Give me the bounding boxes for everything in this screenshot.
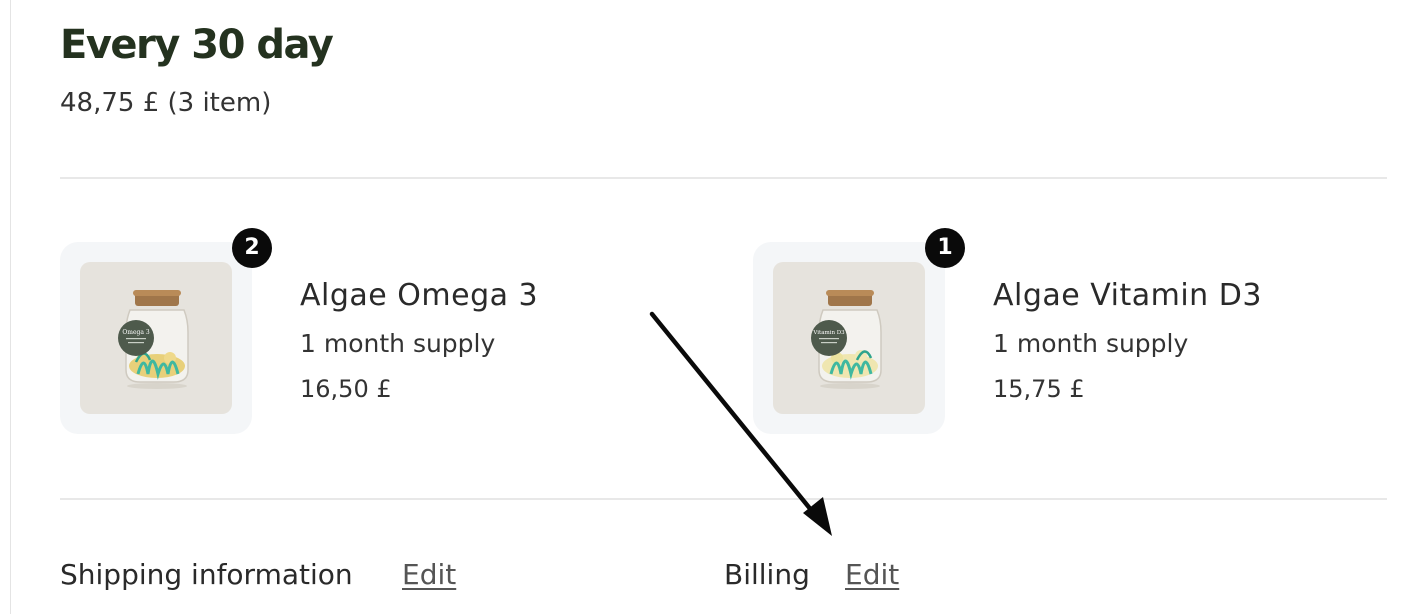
product-name[interactable]: Algae Vitamin D3: [993, 278, 1262, 313]
quantity-badge: 1: [925, 228, 965, 268]
product-image: Omega 3: [80, 262, 232, 414]
divider: [60, 177, 1387, 179]
product-image-frame: Vitamin D3: [753, 242, 945, 434]
product-supply: 1 month supply: [300, 329, 496, 358]
product-price: 16,50 £: [300, 375, 392, 403]
product-image: Vitamin D3: [773, 262, 925, 414]
quantity-badge: 2: [232, 228, 272, 268]
shipping-information-heading: Shipping information: [60, 558, 353, 591]
product-image-frame: Omega 3: [60, 242, 252, 434]
left-border: [10, 0, 11, 614]
subscription-frequency-title: Every 30 day: [60, 22, 334, 68]
edit-billing-link[interactable]: Edit: [845, 558, 899, 591]
jar-vitamin-d3-illustration: Vitamin D3: [811, 290, 882, 389]
jar-tag-label: Omega 3: [122, 329, 149, 336]
jar-omega-3-illustration: Omega 3: [118, 290, 189, 389]
edit-shipping-link[interactable]: Edit: [402, 558, 456, 591]
product-price: 15,75 £: [993, 375, 1085, 403]
jar-tag-label: Vitamin D3: [812, 330, 845, 336]
billing-heading: Billing: [724, 558, 810, 591]
divider: [60, 498, 1387, 500]
product-supply: 1 month supply: [993, 329, 1189, 358]
subscription-total-summary: 48,75 £ (3 item): [60, 88, 272, 118]
subscription-page: Every 30 day 48,75 £ (3 item) Omega 3 2 …: [0, 0, 1428, 614]
product-name[interactable]: Algae Omega 3: [300, 278, 538, 313]
